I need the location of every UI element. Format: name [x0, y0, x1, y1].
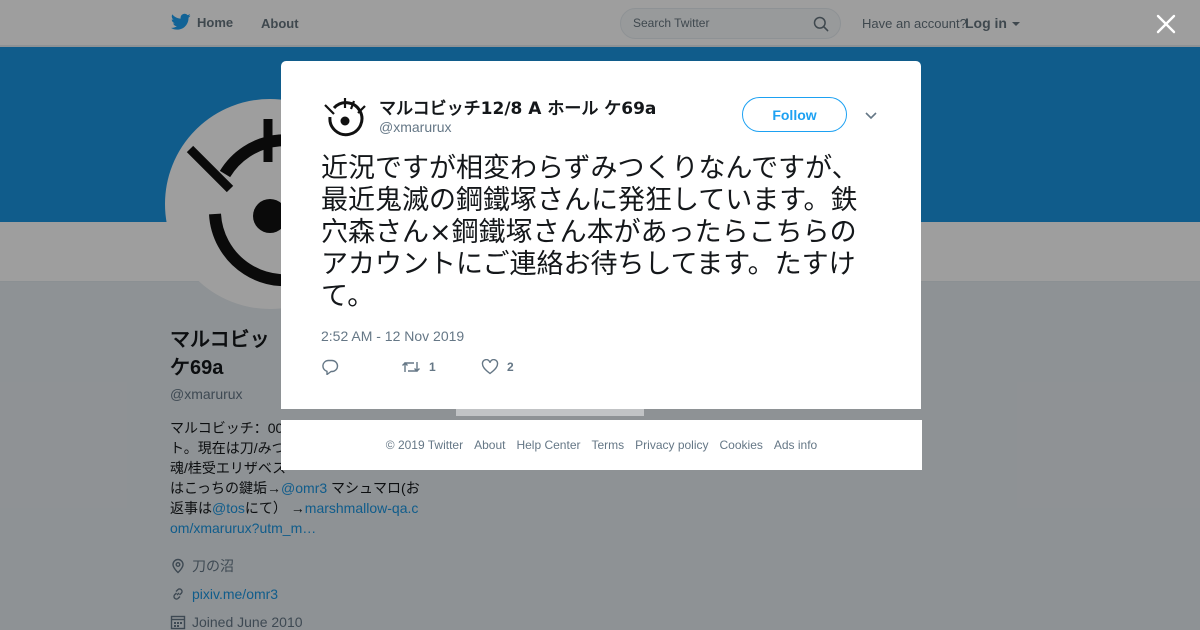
footer-link-help-center[interactable]: Help Center: [516, 438, 580, 452]
tweet-modal: マルコビッチ12/8 A ホール ケ69a @xmarurux Follow 近…: [281, 61, 921, 409]
reply-icon: [322, 359, 339, 375]
modal-footer: © 2019 Twitter About Help Center Terms P…: [281, 420, 922, 470]
close-icon[interactable]: [1155, 13, 1177, 35]
footer-copyright: © 2019 Twitter: [385, 438, 464, 452]
footer-link-cookies[interactable]: Cookies: [720, 438, 763, 452]
tweet-text: 近況ですが相変わらずみつくりなんですが、最近鬼滅の鋼鐵塚さんに発狂しています。鉄…: [321, 153, 859, 312]
heart-icon: [481, 359, 499, 375]
reply-button[interactable]: [321, 359, 401, 375]
chevron-down-icon[interactable]: [864, 108, 878, 122]
footer-link-terms[interactable]: Terms: [591, 438, 624, 452]
follow-button[interactable]: Follow: [742, 97, 847, 132]
tweet-actions: 1 2: [321, 359, 514, 375]
retweet-count: 1: [429, 360, 436, 374]
retweet-button[interactable]: 1: [401, 359, 481, 375]
author-name[interactable]: マルコビッチ12/8 A ホール ケ69a: [379, 94, 656, 119]
author-handle[interactable]: @xmarurux: [379, 119, 452, 135]
footer-link-ads-info[interactable]: Ads info: [774, 438, 817, 452]
like-button[interactable]: 2: [481, 359, 514, 375]
footer-link-about[interactable]: About: [474, 438, 505, 452]
modal-gap-bar: [456, 409, 644, 416]
retweet-icon: [402, 362, 420, 372]
tweet-timestamp[interactable]: 2:52 AM - 12 Nov 2019: [321, 328, 464, 344]
like-count: 2: [507, 360, 514, 374]
author-avatar[interactable]: [321, 95, 369, 143]
footer-link-privacy[interactable]: Privacy policy: [635, 438, 708, 452]
